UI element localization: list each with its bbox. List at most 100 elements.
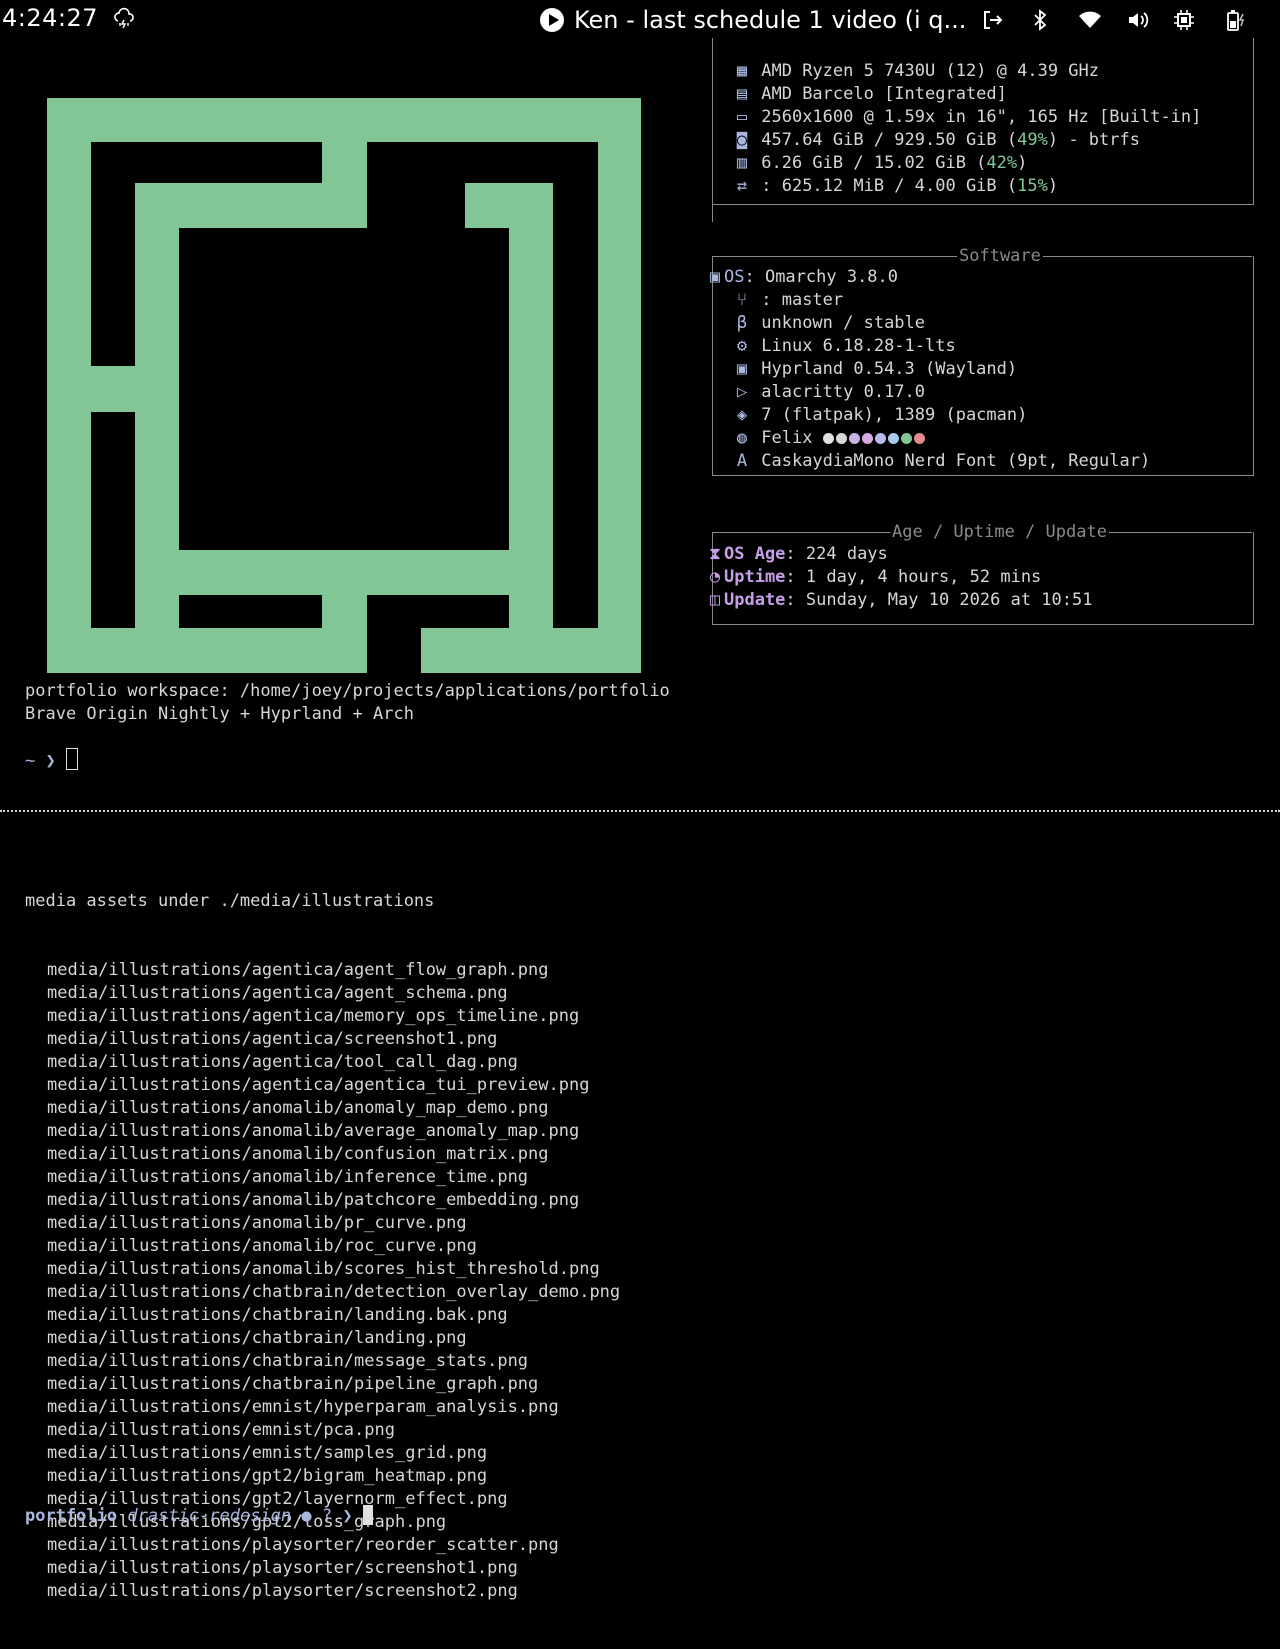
list-item: media/illustrations/anomalib/confusion_m… — [47, 1144, 549, 1164]
software-row: ◍ Felix — [733, 427, 927, 450]
usage-percent: 42% — [986, 153, 1018, 173]
shell-prompt-git[interactable]: portfolio drastic-redesign ● ? ❯ — [25, 1505, 373, 1528]
hardware-value-suffix: ) — [1047, 176, 1059, 196]
terminal-fastfetch[interactable]: ▦ AMD Ryzen 5 7430U (12) @ 4.39 GHz ▤ AMD… — [0, 38, 1280, 810]
software-value: 7 (flatpak), 1389 (pacman) — [761, 405, 1028, 425]
color-swatch — [822, 433, 834, 444]
list-heading: media assets under ./media/illustrations — [25, 891, 435, 911]
list-item: media/illustrations/anomalib/anomaly_map… — [47, 1098, 549, 1118]
os-label: OS — [724, 267, 745, 287]
pane-divider[interactable] — [0, 810, 1280, 812]
color-palette-swatches — [812, 428, 926, 448]
list-item: media/illustrations/emnist/samples_grid.… — [47, 1443, 488, 1463]
update-box-icon: ◫ — [709, 590, 721, 610]
software-value: Felix — [761, 428, 813, 448]
window-manager-icon: ▣ — [736, 359, 748, 379]
color-swatch — [848, 433, 860, 444]
software-value: unknown / stable — [761, 313, 926, 333]
cpu-usage-icon[interactable] — [1172, 8, 1198, 32]
cursor — [65, 748, 78, 770]
color-swatch — [835, 433, 847, 444]
software-value: Hyprland 0.54.3 (Wayland) — [761, 359, 1018, 379]
software-value: CaskaydiaMono Nerd Font (9pt, Regular) — [761, 451, 1151, 471]
hardware-row: ▤ AMD Barcelo [Integrated] — [733, 83, 1007, 106]
prompt-directory: portfolio — [25, 1506, 118, 1526]
color-swatch — [887, 433, 899, 444]
battery-charging-icon[interactable] — [1224, 8, 1250, 32]
display-icon: ▭ — [736, 107, 748, 127]
bootloader-icon: β — [736, 313, 748, 333]
list-item: media/illustrations/agentica/tool_call_d… — [47, 1052, 518, 1072]
os-value: : Omarchy 3.8.0 — [744, 267, 899, 287]
volume-icon[interactable] — [1126, 8, 1152, 32]
list-item: media/illustrations/chatbrain/landing.pn… — [47, 1328, 467, 1348]
list-item: media/illustrations/chatbrain/message_st… — [47, 1351, 529, 1371]
bluetooth-icon[interactable] — [1028, 8, 1054, 32]
shell-prompt[interactable]: ~ ❯ — [25, 748, 78, 773]
list-item: media/illustrations/chatbrain/landing.ba… — [47, 1305, 508, 1325]
file-list: media assets under ./media/illustrations… — [25, 844, 620, 1649]
software-row: ⑂ : master — [733, 289, 843, 312]
hardware-value: 6.26 GiB / 15.02 GiB ( — [761, 153, 987, 173]
age-row: ⧗ OS Age: 224 days — [706, 543, 888, 566]
software-row: ⚙ Linux 6.18.28-1-lts — [733, 335, 956, 358]
hardware-value: 457.64 GiB / 929.50 GiB ( — [761, 130, 1018, 150]
palette-icon: ◍ — [736, 428, 748, 448]
cpu-icon: ▦ — [736, 61, 748, 81]
hardware-row: ◙ 457.64 GiB / 929.50 GiB (49%) - btrfs — [733, 129, 1140, 152]
software-row: ◈ 7 (flatpak), 1389 (pacman) — [733, 404, 1027, 427]
software-row: ▷ alacritty 0.17.0 — [733, 381, 925, 404]
media-title: Ken - last schedule 1 video (i q... — [574, 6, 967, 34]
list-item: media/illustrations/gpt2/bigram_heatmap.… — [47, 1466, 488, 1486]
hardware-value-suffix: ) - btrfs — [1047, 130, 1140, 150]
hardware-value-suffix: ) — [1017, 153, 1028, 173]
hardware-row: ▦ AMD Ryzen 5 7430U (12) @ 4.39 GHz — [733, 60, 1099, 83]
list-item: media/illustrations/anomalib/scores_hist… — [47, 1259, 600, 1279]
software-value: Linux 6.18.28-1-lts — [761, 336, 956, 356]
terminal-media-list[interactable]: media assets under ./media/illustrations… — [0, 818, 1280, 1601]
terminal-icon: ▷ — [736, 382, 748, 402]
git-branch-icon: ⑂ — [736, 290, 748, 310]
prompt-status: ● ? ❯ — [291, 1506, 363, 1526]
hardware-value: 2560x1600 @ 1.59x in 16", 165 Hz [Built-… — [761, 107, 1202, 127]
wifi-icon[interactable] — [1078, 8, 1104, 32]
age-label: Update — [724, 590, 786, 610]
media-player[interactable]: Ken - last schedule 1 video (i q... — [540, 5, 966, 35]
weather-thunderstorm-icon[interactable] — [112, 7, 136, 31]
prompt-git-branch: drastic-redesign — [127, 1506, 292, 1526]
hardware-row: ⇄ : 625.12 MiB / 4.00 GiB (15%) — [733, 175, 1058, 198]
list-item: media/illustrations/anomalib/pr_curve.pn… — [47, 1213, 467, 1233]
list-item: media/illustrations/chatbrain/pipeline_g… — [47, 1374, 539, 1394]
color-swatch — [913, 433, 925, 444]
stack-line: Brave Origin Nightly + Hyprland + Arch — [25, 704, 414, 724]
clock[interactable]: 4:24:27 — [2, 4, 98, 32]
tree-line — [712, 60, 715, 222]
list-item: media/illustrations/agentica/memory_ops_… — [47, 1006, 580, 1026]
age-row: ◔ Uptime: 1 day, 4 hours, 52 mins — [706, 566, 1041, 589]
gpu-icon: ▤ — [736, 84, 748, 104]
font-icon: A — [736, 451, 748, 471]
software-row: A CaskaydiaMono Nerd Font (9pt, Regular) — [733, 450, 1150, 473]
disk-icon: ◙ — [736, 130, 748, 150]
hardware-value: AMD Ryzen 5 7430U (12) @ 4.39 GHz — [761, 61, 1100, 81]
logout-icon[interactable] — [980, 8, 1006, 32]
top-status-bar: 4:24:27 Ken - last schedule 1 video (i q… — [0, 0, 1280, 39]
play-icon[interactable] — [540, 8, 564, 32]
list-item: media/illustrations/playsorter/reorder_s… — [47, 1535, 559, 1555]
os-icon: ▣ — [709, 267, 721, 287]
list-item: media/illustrations/emnist/pca.png — [47, 1420, 395, 1440]
cursor — [362, 1505, 373, 1525]
tree-line — [712, 276, 715, 464]
age-value: : 1 day, 4 hours, 52 mins — [785, 567, 1042, 587]
software-row: β unknown / stable — [733, 312, 925, 335]
swap-icon: ⇄ — [736, 176, 748, 196]
prompt-symbol: ~ ❯ — [25, 751, 66, 771]
age-label: Uptime — [724, 567, 786, 587]
hardware-row: ▥ 6.26 GiB / 15.02 GiB (42%) — [733, 152, 1028, 175]
hardware-value: : 625.12 MiB / 4.00 GiB ( — [761, 176, 1018, 196]
list-item: media/illustrations/agentica/agentica_tu… — [47, 1075, 590, 1095]
workspace-line: portfolio workspace: /home/joey/projects… — [25, 681, 670, 701]
list-item: media/illustrations/agentica/screenshot1… — [47, 1029, 498, 1049]
software-value: alacritty 0.17.0 — [761, 382, 926, 402]
kernel-gear-icon: ⚙ — [736, 336, 748, 356]
